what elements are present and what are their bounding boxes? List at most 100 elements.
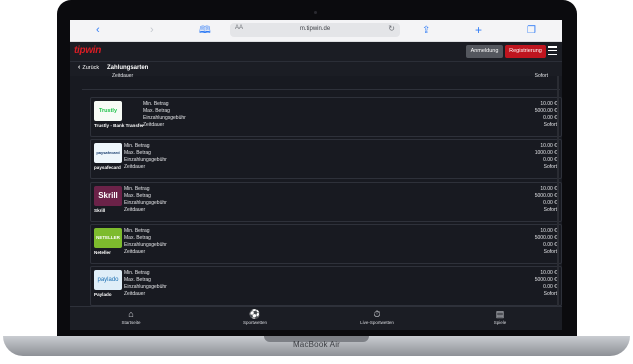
payment-method-card[interactable]: paylado Paylado Min. Betrag 10.00 € Max. Bet… (90, 266, 562, 306)
scrollbar[interactable] (557, 76, 559, 308)
min-label: Min. Betrag (124, 270, 150, 276)
min-value: 10.00 € (540, 186, 557, 192)
min-label: Min. Betrag (143, 101, 169, 107)
fee-label: Einzahlungsgebühr (124, 157, 167, 163)
provider-name: Paylado (94, 292, 112, 297)
payment-method-card[interactable]: Trustly Trustly - Bank Transfer Min. Betra… (90, 97, 562, 137)
min-value: 10.00 € (540, 143, 557, 149)
new-tab-plus-icon[interactable]: + (475, 24, 482, 37)
back-chevron-icon: ‹ (78, 64, 81, 71)
fee-value: 0.00 € (543, 242, 557, 248)
min-label: Min. Betrag (124, 228, 150, 234)
home-icon: ⌂ (128, 309, 134, 319)
max-value: 5000.00 € (534, 235, 557, 241)
list-item-partial: Zeitdauer Sofort (82, 72, 560, 90)
payment-method-card[interactable]: NETELLER Neteller Min. Betrag 10.00 € Max. B… (90, 224, 562, 264)
duration-label: Zeitdauer (124, 249, 146, 255)
back-label: Zurück (82, 65, 100, 71)
min-label: Min. Betrag (124, 186, 150, 192)
provider-logo-text: paylado (97, 277, 119, 283)
min-value: 10.00 € (540, 101, 557, 107)
duration-label: Zeitdauer (124, 291, 146, 297)
max-label: Max. Betrag (124, 277, 151, 283)
duration-value: Sofort (543, 164, 557, 170)
tabs-icon[interactable]: ❐ (527, 24, 536, 37)
hamburger-menu-icon[interactable] (548, 46, 557, 56)
duration-label: Zeitdauer (124, 164, 146, 170)
duration-label: Zeitdauer (124, 207, 146, 213)
duration-label: Zeitdauer (143, 122, 165, 128)
provider-logo-text: NETELLER (96, 235, 120, 240)
stopwatch-icon: ⏱ (373, 309, 381, 319)
fee-label: Einzahlungsgebühr (124, 242, 167, 248)
max-value: 1000.00 € (534, 150, 557, 156)
max-label: Max. Betrag (124, 193, 151, 199)
duration-label: Zeitdauer (112, 73, 134, 79)
duration-value: Sofort (543, 291, 557, 297)
share-icon[interactable]: ⇪ (422, 24, 430, 37)
nav-spiele[interactable]: ▤ Spiele (470, 309, 530, 326)
duration-value: Sofort (543, 249, 557, 255)
provider-logo: Trustly (94, 101, 122, 121)
provider-name: Neteller (94, 250, 111, 255)
fee-label: Einzahlungsgebühr (124, 200, 167, 206)
max-value: 5000.00 € (534, 108, 557, 114)
nav-label: Spiele (493, 320, 507, 325)
fee-label: Einzahlungsgebühr (124, 284, 167, 290)
min-value: 10.00 € (540, 228, 557, 234)
forward-chevron-icon[interactable]: › (150, 24, 154, 37)
fee-value: 0.00 € (543, 157, 557, 163)
duration-value: Sofort (534, 73, 548, 79)
nav-live-sportwetten[interactable]: ⏱ Live-Sportwetten (347, 309, 407, 326)
fee-value: 0.00 € (543, 284, 557, 290)
max-value: 5000.00 € (534, 193, 557, 199)
payment-methods-list: Zeitdauer Sofort Trustly Trustly - Bank T… (78, 73, 562, 306)
provider-logo: Skrill (94, 186, 122, 206)
max-label: Max. Betrag (143, 108, 170, 114)
reload-icon[interactable]: ↻ (388, 24, 395, 33)
payment-method-card[interactable]: Skrill Skrill Min. Betrag 10.00 € Max. Betra… (90, 182, 562, 222)
back-chevron-icon[interactable]: ‹ (96, 24, 100, 37)
bookmarks-book-icon[interactable]: 🕮 (199, 24, 211, 37)
camera-icon (314, 11, 317, 14)
nav-label: Sportwetten (242, 320, 267, 325)
fee-value: 0.00 € (543, 200, 557, 206)
nav-sportwetten[interactable]: ⚽ Sportwetten (225, 309, 285, 326)
provider-logo-text: Skrill (98, 191, 118, 200)
max-value: 5000.00 € (534, 277, 557, 283)
provider-name: Skrill (94, 208, 106, 213)
provider-logo: paylado (94, 270, 122, 290)
duration-value: Sofort (543, 122, 557, 128)
provider-logo: paysafecard (94, 143, 122, 163)
provider-logo-text: Trustly (98, 108, 118, 114)
provider-logo: NETELLER (94, 228, 122, 248)
nav-startseite[interactable]: ⌂ Startseite (101, 309, 161, 326)
tipwin-logo[interactable]: tipwin (74, 45, 101, 56)
register-button[interactable]: Registrierung (505, 45, 546, 58)
provider-logo-text: paysafecard (96, 150, 120, 155)
url-text: m.tipwin.de (299, 26, 331, 32)
address-bar[interactable]: AA m.tipwin.de ↻ (230, 23, 400, 37)
laptop-screen: ‹ › 🕮 AA m.tipwin.de ↻ ⇪ + ❐ tipwin Anme… (70, 20, 562, 330)
min-label: Min. Betrag (124, 143, 150, 149)
nav-label: Live-Sportwetten (360, 320, 394, 325)
min-value: 10.00 € (540, 270, 557, 276)
fee-label: Einzahlungsgebühr (143, 115, 186, 121)
slot-machine-icon: ▤ (495, 309, 505, 319)
device-label: MacBook Air (292, 340, 341, 349)
nav-label: Startseite (121, 320, 141, 325)
provider-name: Trustly - Bank Transfer (94, 123, 144, 128)
payment-method-card[interactable]: paysafecard paysafecard Min. Betrag 10.00 €… (90, 139, 562, 179)
football-icon: ⚽ (249, 309, 261, 319)
fee-value: 0.00 € (543, 115, 557, 121)
back-link[interactable]: ‹ Zurück (78, 64, 99, 71)
max-label: Max. Betrag (124, 235, 151, 241)
duration-value: Sofort (543, 207, 557, 213)
bottom-navigation: ⌂ Startseite ⚽ Sportwetten ⏱ Live-Sportw… (70, 306, 562, 330)
page-title: Zahlungsarten (107, 65, 149, 71)
site-header: tipwin Anmeldung Registrierung (70, 42, 562, 62)
safari-toolbar: ‹ › 🕮 AA m.tipwin.de ↻ ⇪ + ❐ (70, 20, 562, 42)
provider-name: paysafecard (94, 165, 121, 170)
max-label: Max. Betrag (124, 150, 151, 156)
login-button[interactable]: Anmeldung (466, 45, 503, 58)
